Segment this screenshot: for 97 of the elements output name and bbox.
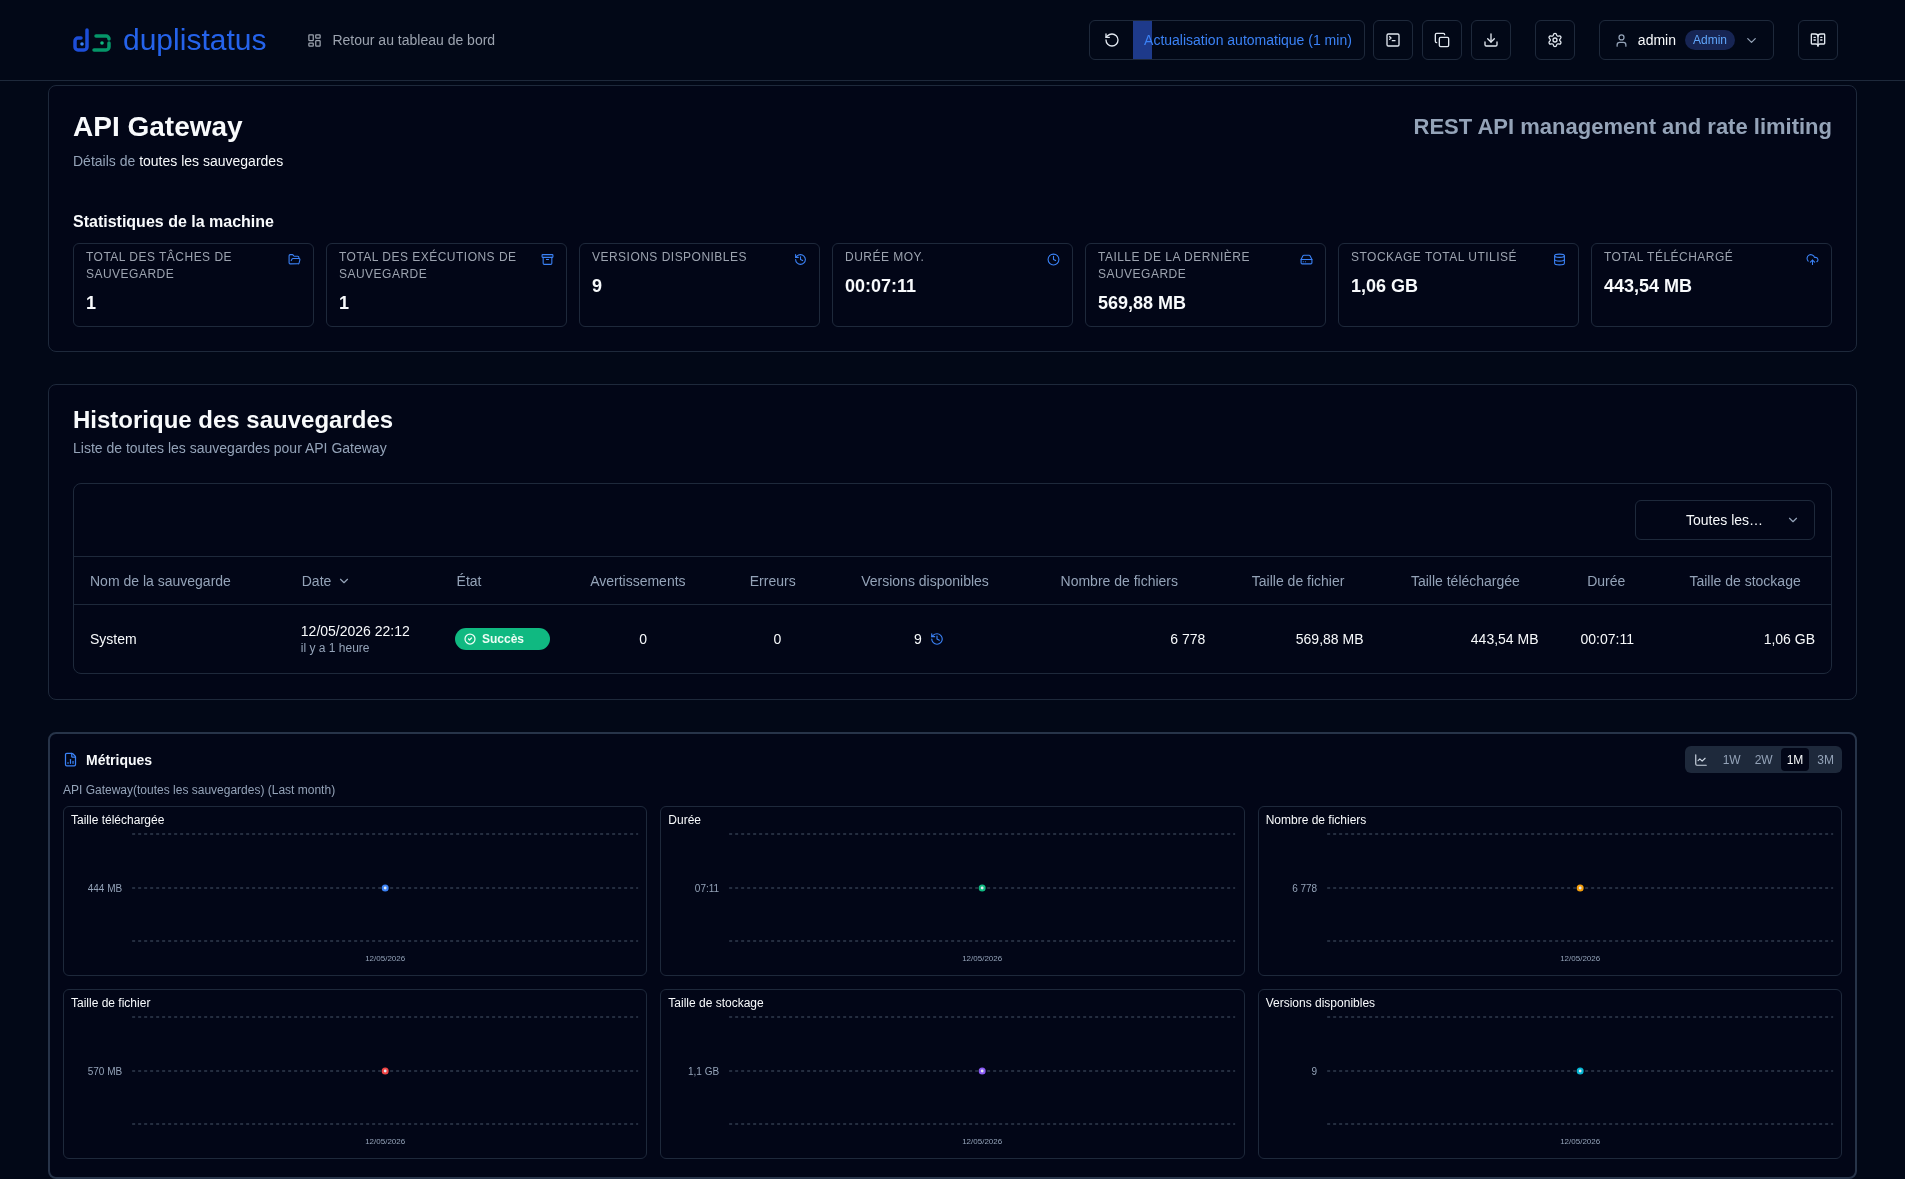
- duration: 00:07:11: [1580, 631, 1634, 647]
- metrics-title: Métriques: [86, 751, 153, 768]
- download-button[interactable]: [1470, 20, 1511, 60]
- range-button[interactable]: 1W: [1716, 748, 1747, 771]
- stat-value: 00:07:11: [845, 275, 918, 297]
- chart-title: Taille de stockage: [668, 995, 764, 1011]
- stat-value: 443,54 MB: [1604, 275, 1694, 297]
- stat-label: DURÉE MOY.: [845, 249, 925, 266]
- folder-icon: [288, 253, 301, 266]
- history-icon[interactable]: [929, 632, 944, 646]
- y-value-label: 570 MB: [87, 1065, 123, 1077]
- stat-value: 1,06 GB: [1351, 275, 1420, 297]
- stat-label: TOTAL DES TÂCHES DE SAUVEGARDE: [86, 249, 234, 283]
- stat-label: TOTAL TÉLÉCHARGÉ: [1604, 249, 1734, 266]
- stats-heading: Statistiques de la machine: [73, 212, 275, 232]
- settings-icon: [1546, 32, 1563, 48]
- chart-title: Taille téléchargée: [71, 812, 165, 828]
- storage-size: 1,06 GB: [1763, 631, 1815, 647]
- y-value-label: 07:11: [695, 882, 720, 894]
- refresh-icon: [1103, 32, 1120, 48]
- y-value-label: 1,1 GB: [688, 1065, 720, 1077]
- history-icon: [794, 253, 807, 266]
- role-badge: Admin: [1685, 30, 1735, 50]
- column-header: Nombre de fichiers: [1060, 572, 1179, 589]
- versions-count: 9: [914, 631, 922, 647]
- column-header: Taille de stockage: [1689, 572, 1801, 589]
- range-button[interactable]: 3M: [1811, 748, 1840, 771]
- user-menu-button[interactable]: admin Admin: [1598, 20, 1774, 60]
- column-header: Avertissements: [590, 572, 686, 589]
- x-date-label: 12/05/2026: [1559, 1137, 1600, 1146]
- book-icon: [1810, 32, 1826, 48]
- stat-value: 1: [339, 292, 350, 314]
- user-icon: [1613, 32, 1629, 48]
- metrics-subtitle: API Gateway(toutes les sauvegardes) (Last month): [63, 782, 337, 798]
- x-date-label: 12/05/2026: [365, 1137, 406, 1146]
- column-header: Durée: [1587, 572, 1626, 589]
- history-subtitle: Liste de toutes les sauvegardes pour API Gateway: [73, 439, 388, 457]
- cloud-upload-icon: [1806, 253, 1819, 266]
- stat-label: TAILLE DE LA DERNIÈRE SAUVEGARDE: [1098, 249, 1251, 283]
- range-button[interactable]: 2W: [1748, 748, 1779, 771]
- file-count: 6 778: [1170, 631, 1206, 647]
- logo-icon: [72, 27, 112, 53]
- copy-button[interactable]: [1421, 20, 1462, 60]
- column-header: Taille téléchargée: [1410, 572, 1520, 589]
- docs-button[interactable]: [1798, 20, 1838, 60]
- column-header: Versions disponibles: [861, 572, 989, 589]
- chart-title: Nombre de fichiers: [1265, 812, 1367, 828]
- y-value-label: 9: [1311, 1065, 1317, 1077]
- stat-value: 569,88 MB: [1098, 292, 1188, 314]
- settings-button[interactable]: [1534, 20, 1575, 60]
- history-title: Historique des sauvegardes: [73, 405, 395, 435]
- chart-file-icon: [63, 752, 78, 767]
- clock-icon: [1047, 253, 1060, 266]
- column-header[interactable]: Date: [301, 572, 352, 589]
- stat-value: 1: [86, 292, 97, 314]
- machine-title: API Gateway: [73, 110, 244, 144]
- download-icon: [1482, 32, 1499, 48]
- machine-description: REST API management and rate limiting: [1413, 113, 1832, 141]
- line-chart-icon: [1693, 752, 1708, 767]
- hard-drive-icon: [1300, 253, 1313, 266]
- column-header: État: [456, 572, 482, 589]
- machine-subtitle: Détails de toutes les sauvegardes: [73, 152, 284, 170]
- y-value-label: 444 MB: [87, 882, 123, 894]
- x-date-label: 12/05/2026: [962, 954, 1003, 963]
- terminal-icon: [1384, 32, 1401, 48]
- status-label: Succès: [481, 632, 524, 646]
- relative-time: il y a 1 heure: [300, 641, 370, 655]
- chart-title: Durée: [668, 812, 701, 828]
- stat-label: TOTAL DES EXÉCUTIONS DE SAUVEGARDE: [339, 249, 518, 283]
- file-size: 569,88 MB: [1295, 631, 1364, 647]
- chart-title: Taille de fichier: [71, 995, 151, 1011]
- range-button[interactable]: 1M: [1780, 748, 1810, 771]
- brand-link[interactable]: duplistatus: [72, 22, 267, 58]
- stat-label: STOCKAGE TOTAL UTILISÉ: [1351, 249, 1517, 266]
- terminal-button[interactable]: [1372, 20, 1413, 60]
- database-icon: [1553, 253, 1566, 266]
- stat-label: VERSIONS DISPONIBLES: [592, 249, 747, 266]
- errors-count: 0: [773, 631, 782, 647]
- y-value-label: 6 778: [1291, 882, 1317, 894]
- chart-title: Versions disponibles: [1265, 995, 1376, 1011]
- archive-icon: [541, 253, 554, 266]
- column-header: Taille de fichier: [1251, 572, 1345, 589]
- x-date-label: 12/05/2026: [365, 954, 406, 963]
- x-date-label: 12/05/2026: [1559, 954, 1600, 963]
- column-header: Nom de la sauvegarde: [90, 572, 231, 589]
- column-header: Erreurs: [749, 572, 796, 589]
- backup-filter-select[interactable]: Toutes les…: [1635, 500, 1815, 540]
- backup-date: 12/05/2026 22:12: [300, 623, 410, 639]
- stat-value: 9: [592, 275, 603, 297]
- warnings-count: 0: [639, 631, 647, 647]
- x-date-label: 12/05/2026: [962, 1137, 1003, 1146]
- copy-icon: [1433, 32, 1450, 48]
- backup-name: System: [90, 631, 137, 647]
- uploaded-size: 443,54 MB: [1470, 631, 1539, 647]
- dashboard-icon: [307, 32, 323, 48]
- check-circle-icon: [463, 633, 476, 645]
- back-link[interactable]: Retour au tableau de bord: [307, 32, 496, 48]
